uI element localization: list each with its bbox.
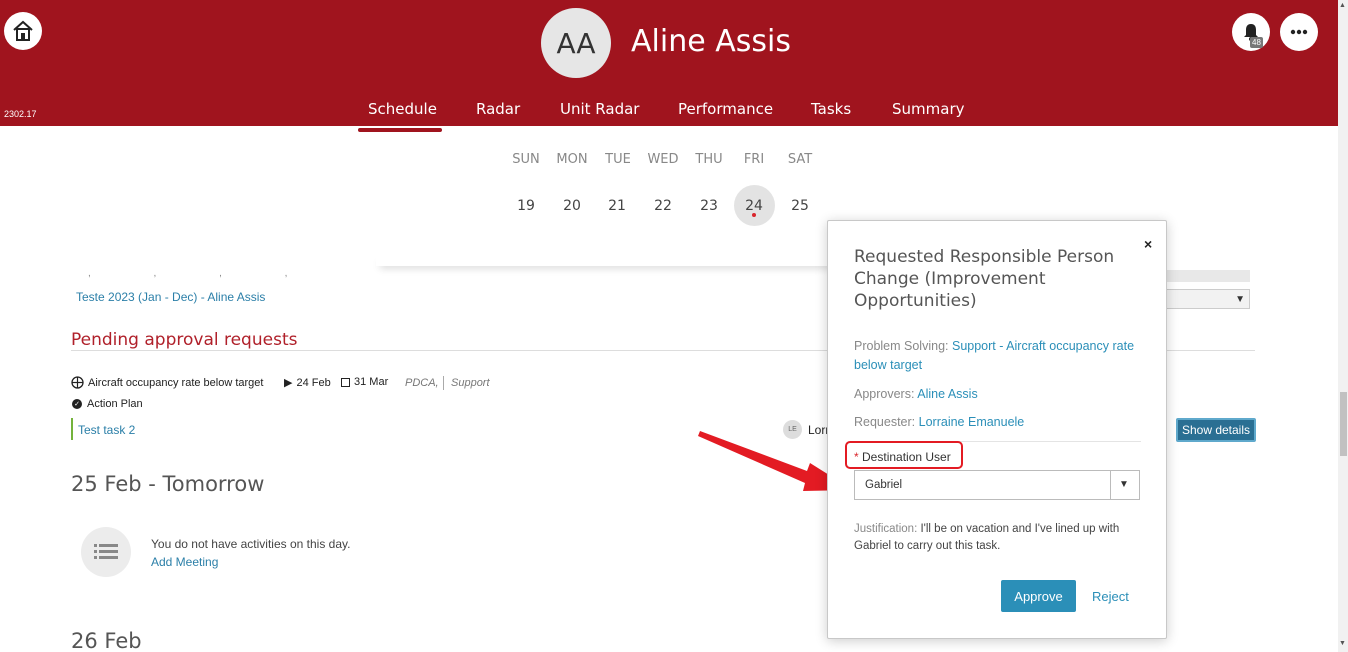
tab-summary[interactable]: Summary [892, 100, 965, 118]
day-heading: 26 Feb [71, 629, 142, 652]
tab-radar[interactable]: Radar [476, 100, 520, 118]
tab-unit-radar[interactable]: Unit Radar [560, 100, 639, 118]
section-title: Pending approval requests [71, 330, 298, 350]
select-divider [1110, 471, 1111, 499]
show-details-button[interactable]: Show details [1176, 418, 1256, 442]
calendar-divider-shadow [376, 252, 856, 266]
day-heading: 25 Feb - Tomorrow [71, 472, 265, 496]
requester-label: Requester: [854, 415, 916, 429]
dialog-title: Requested Responsible Person Change (Imp… [854, 247, 1115, 311]
weekday-label: MON [556, 152, 588, 167]
destination-user-value: Gabriel [865, 479, 903, 491]
tab-performance[interactable]: Performance [678, 100, 773, 118]
truncated-text-row: , , , , [88, 268, 318, 279]
plan-link[interactable]: Teste 2023 (Jan - Dec) - Aline Assis [76, 290, 265, 304]
reject-button[interactable]: Reject [1092, 589, 1129, 604]
approvers-link[interactable]: Aline Assis [917, 387, 977, 401]
scrollbar-thumb[interactable] [1340, 392, 1347, 456]
requester-row: Requester: Lorraine Emanuele [854, 413, 1134, 432]
calendar-day[interactable]: 22 [643, 198, 683, 214]
divider [443, 376, 444, 390]
stop-icon [341, 377, 350, 387]
chevron-down-icon: ▼ [1235, 294, 1245, 305]
chevron-down-icon[interactable]: ▼ [1119, 479, 1129, 490]
request-item-title: Aircraft occupancy rate below target [88, 376, 264, 389]
notification-count-badge: 48 [1250, 37, 1263, 48]
calendar-day[interactable]: 25 [780, 198, 820, 214]
annotation-highlight-box [845, 441, 963, 469]
start-date: ▶ 24 Feb [284, 376, 331, 390]
problem-solving-label: Problem Solving: [854, 339, 949, 353]
ellipsis-icon [1290, 29, 1308, 35]
approvers-row: Approvers: Aline Assis [854, 385, 1134, 404]
user-name: Aline Assis [631, 24, 791, 59]
area-tag: Support [451, 377, 490, 389]
no-activities-text: You do not have activities on this day. [151, 537, 351, 551]
justification-text: Justification: I'll be on vacation and I… [854, 521, 1144, 555]
calendar-day[interactable]: 21 [597, 198, 637, 214]
start-date-value: 24 Feb [296, 376, 331, 389]
calendar-day[interactable]: 19 [506, 198, 546, 214]
crosshair-icon [71, 376, 84, 389]
justification-label: Justification: [854, 523, 918, 535]
event-dot [752, 213, 756, 217]
task-link[interactable]: Test task 2 [78, 423, 135, 437]
problem-solving-row: Problem Solving: Support - Aircraft occu… [854, 337, 1134, 375]
user-avatar[interactable]: AA [541, 8, 611, 78]
requester-link[interactable]: Lorraine Emanuele [919, 415, 1025, 429]
calendar-day-today[interactable]: 24 [734, 198, 774, 214]
tab-schedule[interactable]: Schedule [368, 100, 437, 118]
active-tab-indicator [358, 128, 442, 132]
background-field [1165, 270, 1250, 282]
approvers-label: Approvers: [854, 387, 915, 401]
check-circle-icon: ✓ [72, 399, 82, 409]
play-icon: ▶ [284, 377, 293, 389]
main-tabs: Schedule Radar Unit Radar Performance Ta… [0, 100, 1338, 126]
background-select[interactable]: ▼ [1165, 289, 1250, 309]
item-type-label: Action Plan [87, 398, 143, 410]
list-icon [94, 544, 118, 559]
method-tag: PDCA, [405, 377, 439, 389]
scroll-down-icon[interactable]: ▼ [1339, 640, 1346, 647]
calendar-day[interactable]: 20 [552, 198, 592, 214]
weekday-label: TUE [605, 152, 631, 167]
page-scrollbar[interactable] [1338, 0, 1348, 652]
item-type: ✓ Action Plan [72, 398, 143, 410]
weekday-label: SUN [512, 152, 540, 167]
approve-button[interactable]: Approve [1001, 580, 1076, 612]
add-meeting-link[interactable]: Add Meeting [151, 555, 218, 569]
request-item-title-row[interactable]: Aircraft occupancy rate below target [71, 376, 263, 389]
close-icon[interactable]: × [1144, 236, 1152, 252]
calendar-day[interactable]: 23 [689, 198, 729, 214]
empty-day-icon-wrap [81, 527, 131, 577]
tab-tasks[interactable]: Tasks [811, 100, 851, 118]
destination-user-select[interactable]: Gabriel ▼ [854, 470, 1140, 500]
weekday-label: SAT [787, 152, 813, 167]
weekday-label: FRI [743, 152, 765, 167]
more-options-button[interactable] [1280, 13, 1318, 51]
end-date: 31 Mar [341, 376, 388, 388]
scroll-up-icon[interactable]: ▲ [1339, 2, 1346, 9]
home-button[interactable] [4, 12, 42, 50]
task-status-bar [71, 418, 73, 440]
weekday-label: WED [647, 152, 679, 167]
weekday-label: THU [695, 152, 723, 167]
end-date-value: 31 Mar [354, 376, 389, 388]
home-icon [13, 20, 33, 41]
